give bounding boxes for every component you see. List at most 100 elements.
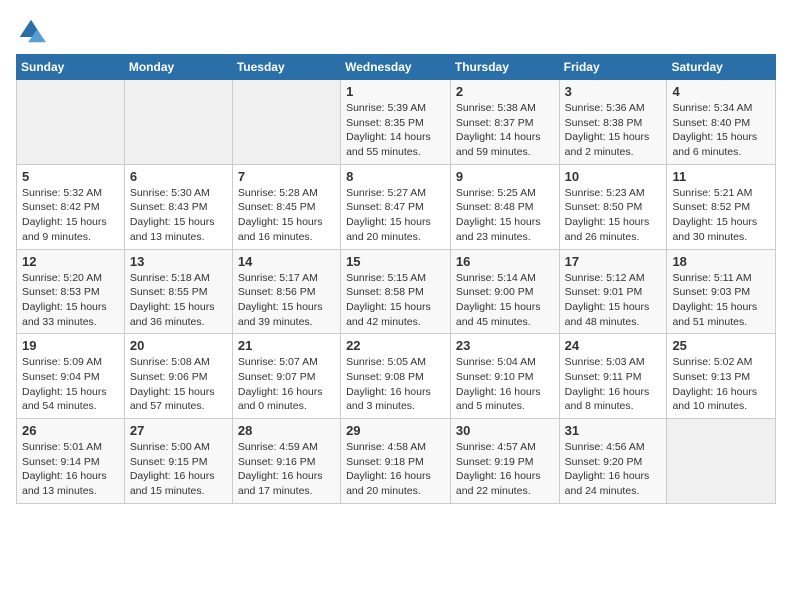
calendar-cell [667, 419, 776, 504]
day-info: Sunrise: 5:21 AM Sunset: 8:52 PM Dayligh… [672, 186, 770, 245]
calendar-cell: 31Sunrise: 4:56 AM Sunset: 9:20 PM Dayli… [559, 419, 667, 504]
day-number: 21 [238, 338, 335, 353]
day-info: Sunrise: 5:04 AM Sunset: 9:10 PM Dayligh… [456, 355, 554, 414]
day-info: Sunrise: 5:25 AM Sunset: 8:48 PM Dayligh… [456, 186, 554, 245]
day-info: Sunrise: 5:30 AM Sunset: 8:43 PM Dayligh… [130, 186, 227, 245]
calendar-cell: 24 Sunrise: 5:03 AM Sunset: 9:11 PM Dayli… [559, 334, 667, 419]
day-info: Sunrise: 5:38 AM Sunset: 8:37 PM Dayligh… [456, 101, 554, 160]
calendar-cell: 4 Sunrise: 5:34 AM Sunset: 8:40 PM Daylig… [667, 80, 776, 165]
calendar-cell [124, 80, 232, 165]
day-number: 22 [346, 338, 445, 353]
day-number: 24 [565, 338, 662, 353]
day-number: 29 [346, 423, 445, 438]
day-info: Sunrise: 4:57 AM Sunset: 9:19 PM Dayligh… [456, 440, 554, 499]
day-info: Sunrise: 5:01 AM Sunset: 9:14 PM Dayligh… [22, 440, 119, 499]
day-number: 11 [672, 169, 770, 184]
calendar-cell: 15 Sunrise: 5:15 AM Sunset: 8:58 PM Dayli… [341, 249, 451, 334]
day-info: Sunrise: 5:15 AM Sunset: 8:58 PM Dayligh… [346, 271, 445, 330]
calendar-cell: 21 Sunrise: 5:07 AM Sunset: 9:07 PM Dayli… [232, 334, 340, 419]
col-wednesday: Wednesday [341, 55, 451, 80]
day-number: 3 [565, 84, 662, 99]
calendar-cell: 9 Sunrise: 5:25 AM Sunset: 8:48 PM Daylig… [450, 164, 559, 249]
calendar-week-1: 1 Sunrise: 5:39 AM Sunset: 8:35 PM Daylig… [17, 80, 776, 165]
calendar-body: 1 Sunrise: 5:39 AM Sunset: 8:35 PM Daylig… [17, 80, 776, 504]
day-info: Sunrise: 5:14 AM Sunset: 9:00 PM Dayligh… [456, 271, 554, 330]
calendar-week-2: 5Sunrise: 5:32 AM Sunset: 8:42 PM Daylig… [17, 164, 776, 249]
col-friday: Friday [559, 55, 667, 80]
day-info: Sunrise: 4:56 AM Sunset: 9:20 PM Dayligh… [565, 440, 662, 499]
day-number: 2 [456, 84, 554, 99]
day-info: Sunrise: 5:34 AM Sunset: 8:40 PM Dayligh… [672, 101, 770, 160]
day-info: Sunrise: 5:02 AM Sunset: 9:13 PM Dayligh… [672, 355, 770, 414]
day-info: Sunrise: 4:58 AM Sunset: 9:18 PM Dayligh… [346, 440, 445, 499]
calendar-cell: 28 Sunrise: 4:59 AM Sunset: 9:16 PM Dayli… [232, 419, 340, 504]
day-number: 14 [238, 254, 335, 269]
day-info: Sunrise: 5:39 AM Sunset: 8:35 PM Dayligh… [346, 101, 445, 160]
calendar-cell: 19Sunrise: 5:09 AM Sunset: 9:04 PM Dayli… [17, 334, 125, 419]
day-info: Sunrise: 5:07 AM Sunset: 9:07 PM Dayligh… [238, 355, 335, 414]
day-number: 25 [672, 338, 770, 353]
calendar-cell: 18 Sunrise: 5:11 AM Sunset: 9:03 PM Dayli… [667, 249, 776, 334]
day-number: 20 [130, 338, 227, 353]
calendar-cell: 29 Sunrise: 4:58 AM Sunset: 9:18 PM Dayli… [341, 419, 451, 504]
calendar-cell: 20 Sunrise: 5:08 AM Sunset: 9:06 PM Dayli… [124, 334, 232, 419]
logo-icon [16, 16, 46, 46]
calendar-cell: 22 Sunrise: 5:05 AM Sunset: 9:08 PM Dayli… [341, 334, 451, 419]
page-header [16, 16, 776, 46]
calendar-cell: 30 Sunrise: 4:57 AM Sunset: 9:19 PM Dayli… [450, 419, 559, 504]
header-row: Sunday Monday Tuesday Wednesday Thursday… [17, 55, 776, 80]
col-saturday: Saturday [667, 55, 776, 80]
col-tuesday: Tuesday [232, 55, 340, 80]
calendar-cell: 26 Sunrise: 5:01 AM Sunset: 9:14 PM Dayli… [17, 419, 125, 504]
day-info: Sunrise: 5:12 AM Sunset: 9:01 PM Dayligh… [565, 271, 662, 330]
day-number: 23 [456, 338, 554, 353]
day-info: Sunrise: 5:05 AM Sunset: 9:08 PM Dayligh… [346, 355, 445, 414]
day-number: 27 [130, 423, 227, 438]
day-number: 9 [456, 169, 554, 184]
logo [16, 16, 50, 46]
day-number: 8 [346, 169, 445, 184]
day-number: 26 [22, 423, 119, 438]
day-number: 28 [238, 423, 335, 438]
day-number: 15 [346, 254, 445, 269]
col-monday: Monday [124, 55, 232, 80]
day-number: 16 [456, 254, 554, 269]
calendar-cell: 23 Sunrise: 5:04 AM Sunset: 9:10 PM Dayli… [450, 334, 559, 419]
calendar-cell: 25 Sunrise: 5:02 AM Sunset: 9:13 PM Dayli… [667, 334, 776, 419]
day-info: Sunrise: 5:36 AM Sunset: 8:38 PM Dayligh… [565, 101, 662, 160]
calendar-header: Sunday Monday Tuesday Wednesday Thursday… [17, 55, 776, 80]
day-info: Sunrise: 5:00 AM Sunset: 9:15 PM Dayligh… [130, 440, 227, 499]
day-number: 1 [346, 84, 445, 99]
day-info: Sunrise: 4:59 AM Sunset: 9:16 PM Dayligh… [238, 440, 335, 499]
day-info: Sunrise: 5:23 AM Sunset: 8:50 PM Dayligh… [565, 186, 662, 245]
day-number: 30 [456, 423, 554, 438]
calendar-table: Sunday Monday Tuesday Wednesday Thursday… [16, 54, 776, 504]
calendar-cell [17, 80, 125, 165]
col-thursday: Thursday [450, 55, 559, 80]
calendar-cell: 13Sunrise: 5:18 AM Sunset: 8:55 PM Dayli… [124, 249, 232, 334]
day-number: 10 [565, 169, 662, 184]
calendar-cell: 17Sunrise: 5:12 AM Sunset: 9:01 PM Dayli… [559, 249, 667, 334]
calendar-cell: 11 Sunrise: 5:21 AM Sunset: 8:52 PM Dayli… [667, 164, 776, 249]
day-number: 12 [22, 254, 119, 269]
day-number: 4 [672, 84, 770, 99]
calendar-cell: 16 Sunrise: 5:14 AM Sunset: 9:00 PM Dayli… [450, 249, 559, 334]
day-info: Sunrise: 5:09 AM Sunset: 9:04 PM Dayligh… [22, 355, 119, 414]
day-info: Sunrise: 5:03 AM Sunset: 9:11 PM Dayligh… [565, 355, 662, 414]
day-info: Sunrise: 5:08 AM Sunset: 9:06 PM Dayligh… [130, 355, 227, 414]
day-number: 6 [130, 169, 227, 184]
calendar-cell: 27 Sunrise: 5:00 AM Sunset: 9:15 PM Dayli… [124, 419, 232, 504]
day-number: 7 [238, 169, 335, 184]
calendar-week-3: 12 Sunrise: 5:20 AM Sunset: 8:53 PM Dayli… [17, 249, 776, 334]
day-info: Sunrise: 5:27 AM Sunset: 8:47 PM Dayligh… [346, 186, 445, 245]
day-number: 18 [672, 254, 770, 269]
day-info: Sunrise: 5:11 AM Sunset: 9:03 PM Dayligh… [672, 271, 770, 330]
calendar-cell: 6 Sunrise: 5:30 AM Sunset: 8:43 PM Daylig… [124, 164, 232, 249]
calendar-cell: 12 Sunrise: 5:20 AM Sunset: 8:53 PM Dayli… [17, 249, 125, 334]
calendar-week-4: 19Sunrise: 5:09 AM Sunset: 9:04 PM Dayli… [17, 334, 776, 419]
day-info: Sunrise: 5:20 AM Sunset: 8:53 PM Dayligh… [22, 271, 119, 330]
day-number: 5 [22, 169, 119, 184]
calendar-cell: 8 Sunrise: 5:27 AM Sunset: 8:47 PM Daylig… [341, 164, 451, 249]
day-info: Sunrise: 5:17 AM Sunset: 8:56 PM Dayligh… [238, 271, 335, 330]
calendar-cell: 7Sunrise: 5:28 AM Sunset: 8:45 PM Daylig… [232, 164, 340, 249]
